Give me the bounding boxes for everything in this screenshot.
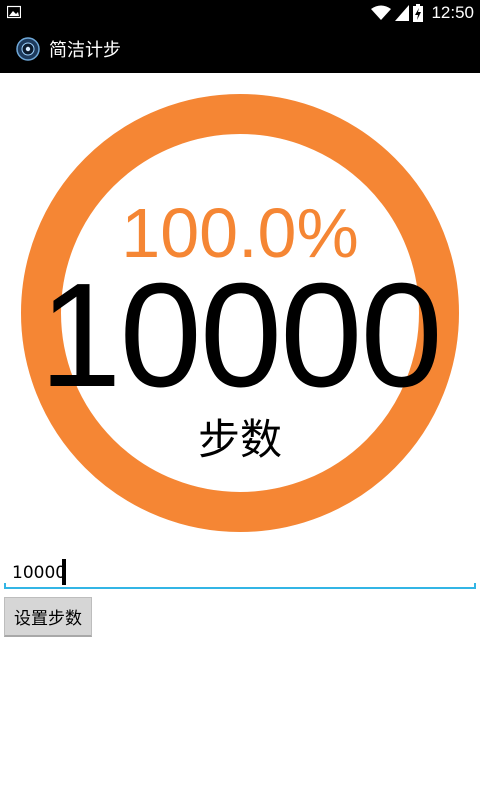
goal-steps-input[interactable] [4, 553, 476, 587]
main-content: 100.0% 10000 步数 设置步数 [0, 73, 480, 800]
step-progress-ring: 100.0% 10000 步数 [20, 93, 460, 533]
wifi-icon [371, 5, 392, 20]
image-notification-icon [7, 5, 21, 19]
battery-charging-icon [413, 3, 424, 22]
app-title: 简洁计步 [49, 40, 121, 61]
status-bar: 12:50 [0, 0, 480, 25]
step-unit-label: 步数 [197, 415, 282, 464]
goal-input-container [4, 553, 476, 589]
set-steps-button[interactable]: 设置步数 [4, 597, 92, 637]
signal-icon [395, 4, 410, 21]
input-underline [4, 587, 476, 589]
text-caret [62, 559, 66, 585]
app-compass-icon[interactable] [16, 37, 40, 61]
status-time: 12:50 [431, 2, 474, 22]
input-underline-right-tick [474, 583, 476, 589]
status-icons: 12:50 [371, 0, 474, 25]
action-bar: 简洁计步 [0, 25, 480, 73]
input-underline-left-tick [4, 583, 6, 589]
step-count: 10000 [39, 253, 443, 418]
